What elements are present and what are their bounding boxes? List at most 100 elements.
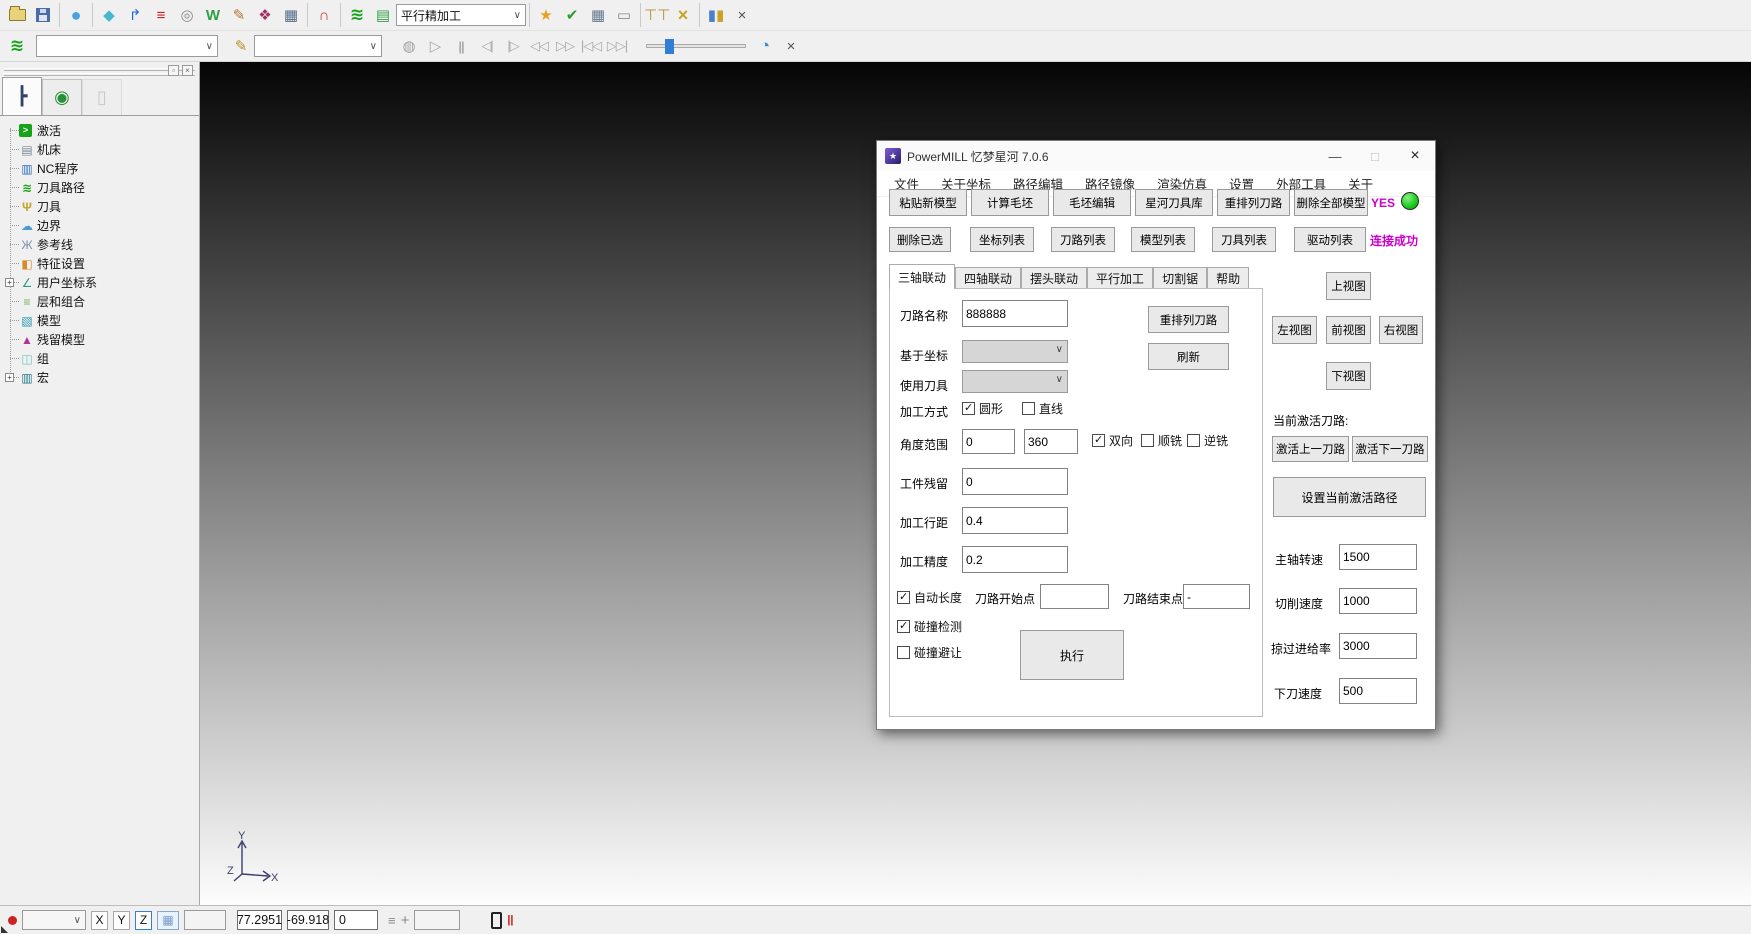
tree-item-tools[interactable]: Ψ刀具 <box>0 197 199 216</box>
nc-program-icon[interactable]: ≡ <box>148 2 174 28</box>
paint-brush-icon[interactable]: ✎ <box>228 33 254 59</box>
go-end-icon[interactable]: ▷▷| <box>604 33 630 59</box>
view-right-button[interactable]: 右视图 <box>1379 316 1423 344</box>
mode-circle-checkbox[interactable]: 圆形 <box>962 400 1003 417</box>
conventional-mill-checkbox[interactable]: 逆铣 <box>1187 432 1228 449</box>
rearrange-button[interactable]: 重排列刀路 <box>1148 306 1229 333</box>
axis-z-button[interactable]: Z <box>135 911 152 930</box>
tab-4axis[interactable]: 四轴联动 <box>955 267 1021 289</box>
view-top-button[interactable]: 上视图 <box>1326 272 1371 300</box>
tab-head-tilt[interactable]: 摆头联动 <box>1021 267 1087 289</box>
bidirectional-checkbox[interactable]: 双向 <box>1092 432 1133 449</box>
speed-slider-handle[interactable] <box>665 39 674 54</box>
coord-base-combobox[interactable]: ∨ <box>962 340 1068 363</box>
minimize-icon[interactable]: — <box>1315 141 1355 171</box>
maximize-icon[interactable]: □ <box>1355 141 1395 171</box>
tree-item-activate[interactable]: >激活 <box>0 121 199 140</box>
open-file-icon[interactable] <box>4 2 30 28</box>
skim-feed-input[interactable] <box>1339 633 1417 659</box>
auto-length-checkbox[interactable]: 自动长度 <box>897 589 962 606</box>
clock-icon[interactable]: ◔ <box>752 33 778 59</box>
pause-icon[interactable]: || <box>448 33 474 59</box>
lightbulb-icon[interactable]: ◍ <box>396 33 422 59</box>
tree-item-models[interactable]: ▧模型 <box>0 311 199 330</box>
tree-item-nc-programs[interactable]: ▥NC程序 <box>0 159 199 178</box>
tree-item-feature-sets[interactable]: ◧特征设置 <box>0 254 199 273</box>
tool-flame-icon[interactable]: ★ <box>533 2 559 28</box>
active-toolpath-icon[interactable]: ≋ <box>344 2 370 28</box>
angle-to-input[interactable] <box>1024 429 1078 454</box>
tool-holder-icon[interactable]: ∩ <box>311 2 337 28</box>
tool-check-icon[interactable]: ✔ <box>559 2 585 28</box>
execute-button[interactable]: 执行 <box>1020 630 1124 680</box>
angle-from-input[interactable] <box>962 429 1015 454</box>
spindle-speed-input[interactable] <box>1339 544 1417 570</box>
tab-parallel[interactable]: 平行加工 <box>1087 267 1153 289</box>
tool-library-button[interactable]: 星河刀具库 <box>1135 189 1213 216</box>
cutting-feed-input[interactable] <box>1339 588 1417 614</box>
view-left-button[interactable]: 左视图 <box>1272 316 1317 344</box>
tab-explorer-tree[interactable]: ┣ <box>2 77 42 115</box>
tab-recycle-bin[interactable]: ▯ <box>82 79 122 115</box>
expand-icon[interactable]: + <box>5 373 14 382</box>
tolerance-input[interactable] <box>962 546 1068 573</box>
climb-mill-checkbox[interactable]: 顺铣 <box>1141 432 1182 449</box>
tab-help[interactable]: 帮助 <box>1207 267 1249 289</box>
fast-forward-icon[interactable]: ▷▷ <box>552 33 578 59</box>
rearrange-toolpaths-button[interactable]: 重排列刀路 <box>1217 189 1290 216</box>
play-icon[interactable]: ▷ <box>422 33 448 59</box>
device-icon[interactable] <box>491 912 502 929</box>
stock-remain-input[interactable] <box>962 468 1068 495</box>
tree-item-patterns[interactable]: Ж参考线 <box>0 235 199 254</box>
calc-block-button[interactable]: 计算毛坯 <box>971 189 1049 216</box>
mode-line-checkbox[interactable]: 直线 <box>1022 400 1063 417</box>
set-active-path-button[interactable]: 设置当前激活路径 <box>1273 477 1426 517</box>
collision-avoid-checkbox[interactable]: 碰撞避让 <box>897 644 962 661</box>
toolpath-icon[interactable]: ≋ <box>4 33 30 59</box>
calculator-icon[interactable]: ▦ <box>585 2 611 28</box>
strategy-combobox[interactable]: 平行精加工 ∨ <box>396 4 526 26</box>
panel-grips[interactable]: ▫ × <box>0 62 199 76</box>
model-list-button[interactable]: 模型列表 <box>1131 227 1195 252</box>
stepover-input[interactable] <box>962 507 1068 534</box>
tree-item-macros[interactable]: +▥宏 <box>0 368 199 387</box>
toolpath-strategy-icon[interactable]: ↱ <box>122 2 148 28</box>
toolpath-list-button[interactable]: 刀路列表 <box>1051 227 1115 252</box>
tree-item-levels-sets[interactable]: ≡层和组合 <box>0 292 199 311</box>
tree-item-workplanes[interactable]: +∠用户坐标系 <box>0 273 199 292</box>
save-file-icon[interactable] <box>30 2 56 28</box>
step-forward-icon[interactable]: |▷ <box>500 33 526 59</box>
close-toolbar-icon[interactable]: × <box>778 33 804 59</box>
view-bottom-button[interactable]: 下视图 <box>1326 362 1371 390</box>
tool-with-ball-icon[interactable]: ◎ <box>174 2 200 28</box>
tab-3axis[interactable]: 三轴联动 <box>889 264 955 289</box>
speed-slider[interactable] <box>646 44 746 48</box>
tab-web-globe[interactable]: ◉ <box>42 79 82 115</box>
tree-item-stock-models[interactable]: ▲残留模型 <box>0 330 199 349</box>
tree-item-boundaries[interactable]: ☁边界 <box>0 216 199 235</box>
panel-float-icon[interactable]: ▫ <box>168 65 179 76</box>
tree-item-groups[interactable]: ◫组 <box>0 349 199 368</box>
refresh-button[interactable]: 刷新 <box>1148 343 1229 370</box>
step-back-icon[interactable]: ◁| <box>474 33 500 59</box>
axis-x-button[interactable]: X <box>91 911 108 930</box>
close-icon[interactable]: × <box>1395 141 1435 171</box>
dialog-titlebar[interactable]: ★ PowerMILL 忆梦星河 7.0.6 — □ × <box>877 141 1435 171</box>
tree-item-machine[interactable]: ▤机床 <box>0 140 199 159</box>
end-point-input[interactable] <box>1183 584 1250 609</box>
block-edit-button[interactable]: 毛坯编辑 <box>1053 189 1131 216</box>
rewind-icon[interactable]: ◁◁ <box>526 33 552 59</box>
use-tool-combobox[interactable]: ∨ <box>962 370 1068 393</box>
delete-selected-button[interactable]: 删除已选 <box>889 227 951 252</box>
activate-next-button[interactable]: 激活下一刀路 <box>1352 436 1428 462</box>
close-toolbar-icon[interactable]: × <box>729 2 755 28</box>
go-start-icon[interactable]: |◁◁ <box>578 33 604 59</box>
activate-prev-button[interactable]: 激活上一刀路 <box>1272 436 1349 462</box>
workplane-combobox[interactable]: ∨ <box>22 910 86 930</box>
view-front-button[interactable]: 前视图 <box>1326 316 1371 344</box>
collision-check-checkbox[interactable]: 碰撞检测 <box>897 618 962 635</box>
feature-block-icon[interactable]: ▦ <box>278 2 304 28</box>
pattern-pencil-icon[interactable]: ✎ <box>226 2 252 28</box>
tool-list-button[interactable]: 刀具列表 <box>1212 227 1276 252</box>
tab-saw[interactable]: 切割锯 <box>1153 267 1207 289</box>
